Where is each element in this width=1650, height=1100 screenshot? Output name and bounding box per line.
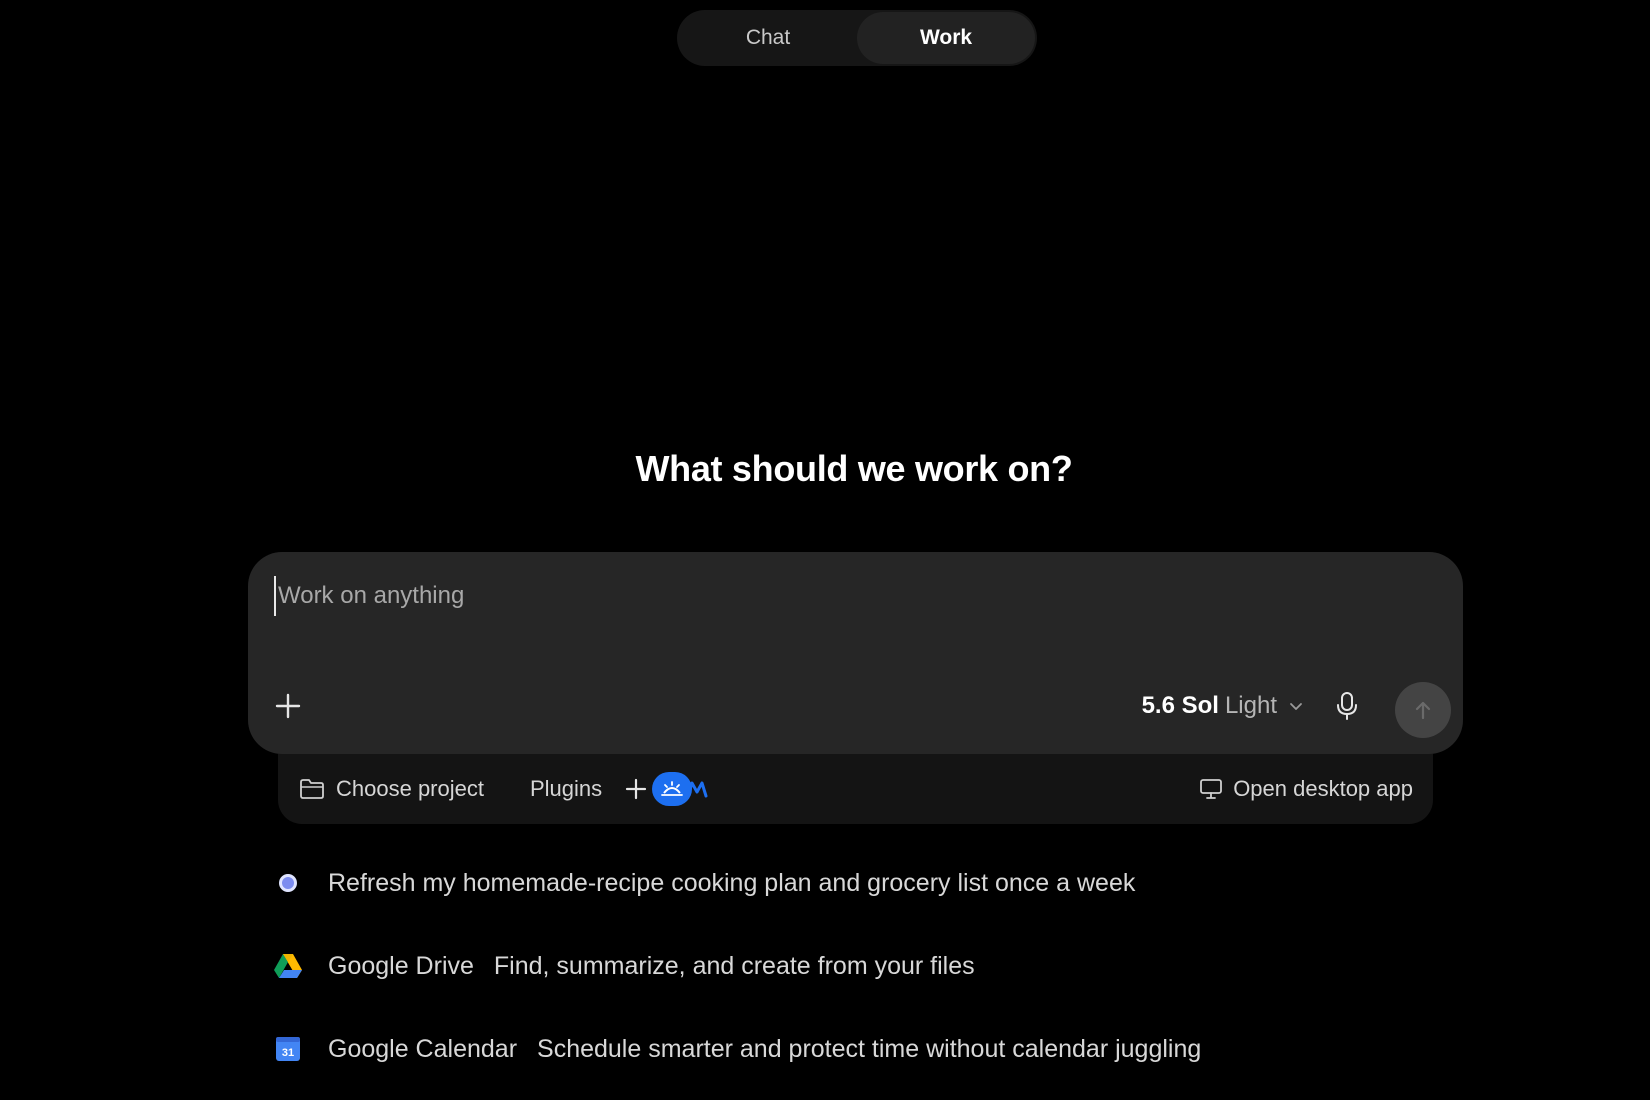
choose-project-label: Choose project <box>336 776 484 801</box>
folder-icon <box>300 779 324 799</box>
prompt-input[interactable] <box>274 576 1374 616</box>
send-button[interactable] <box>1395 682 1451 738</box>
open-desktop-app-button[interactable]: Open desktop app <box>1199 776 1413 802</box>
model-selector[interactable]: 5.6 Sol Light <box>1142 686 1305 726</box>
model-name: 5.6 Sol <box>1141 692 1219 719</box>
suggestion-list: Refresh my homemade-recipe cooking plan … <box>270 858 1470 1100</box>
composer-tray: Choose project Plugins Open desktop app <box>278 754 1433 824</box>
composer: 5.6 Sol Light <box>248 552 1463 754</box>
page-title: What should we work on? <box>635 448 1073 489</box>
svg-text:31: 31 <box>282 1047 294 1059</box>
plus-icon <box>275 693 301 719</box>
plugins-button[interactable]: Plugins <box>530 776 602 802</box>
suggestion-item[interactable]: Refresh my homemade-recipe cooking plan … <box>270 858 1470 908</box>
suggestion-title: Google Calendar <box>328 1034 518 1063</box>
suggestion-description: Refresh my homemade-recipe cooking plan … <box>328 868 1136 897</box>
microphone-icon <box>1337 692 1357 720</box>
microphone-button[interactable] <box>1327 686 1367 726</box>
google-drive-icon <box>270 948 306 984</box>
add-attachment-button[interactable] <box>270 688 306 724</box>
chevron-down-icon <box>1290 703 1302 710</box>
tab-work[interactable]: Work <box>857 12 1035 64</box>
choose-project-button[interactable]: Choose project <box>298 776 484 802</box>
work-page: Chat Work What should we work on? 5.6 So… <box>0 0 1650 1100</box>
suggestion-title: Google Drive <box>328 951 474 980</box>
arrow-up-icon <box>1415 701 1431 720</box>
plugins-label: Plugins <box>529 776 603 801</box>
suggestion-item[interactable]: Google Drive Find, summarize, and create… <box>270 941 1470 991</box>
plugin-icons[interactable] <box>624 772 708 806</box>
model-variant: Light <box>1224 692 1277 719</box>
suggestion-item[interactable]: 31 Google Calendar Schedule smarter and … <box>270 1024 1470 1074</box>
open-desktop-label: Open desktop app <box>1233 776 1413 801</box>
google-calendar-icon: 31 <box>270 1031 306 1067</box>
suggestion-description: Schedule smarter and protect time withou… <box>537 1034 1202 1063</box>
suggestion-description: Find, summarize, and create from your fi… <box>493 951 975 980</box>
dot-icon <box>270 865 306 901</box>
plus-icon <box>626 778 647 800</box>
monitor-icon <box>1200 779 1223 799</box>
sunrise-plugin-icon <box>652 772 693 806</box>
tab-chat[interactable]: Chat <box>679 12 857 64</box>
mode-toggle: Chat Work <box>677 10 1037 66</box>
